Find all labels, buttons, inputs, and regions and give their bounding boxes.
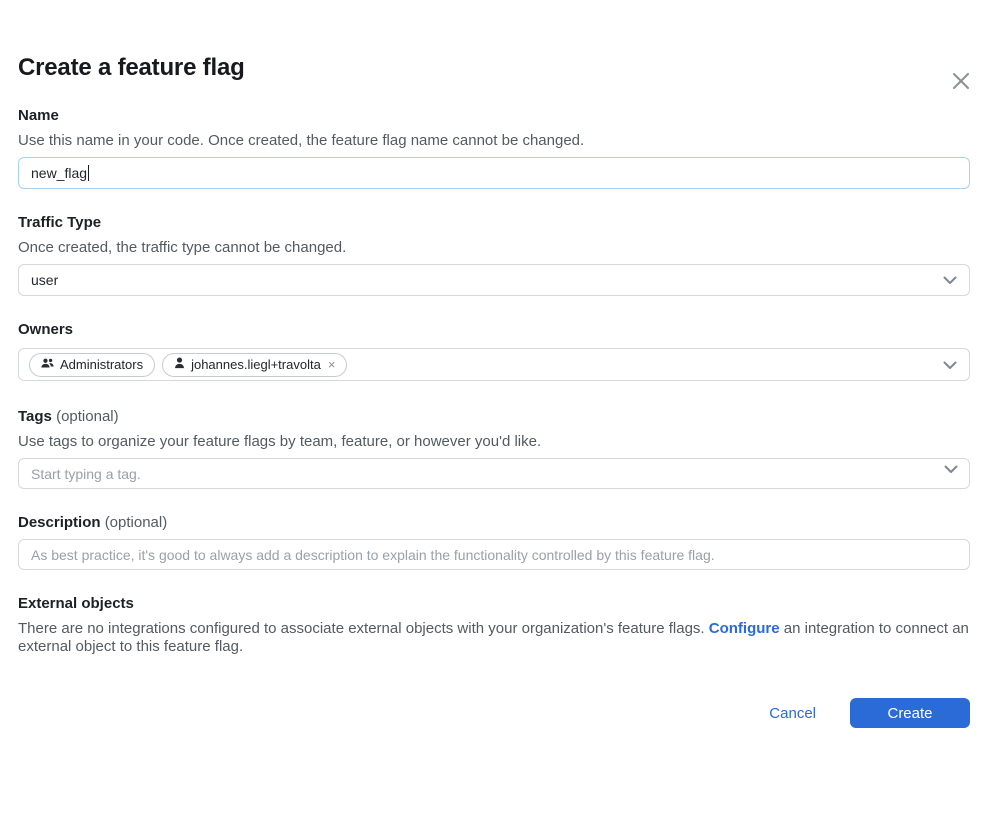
owners-select[interactable]: Administrators johannes.liegl+travolta × (18, 348, 970, 381)
group-icon (41, 357, 54, 372)
text-cursor (88, 165, 89, 181)
chevron-down-icon (944, 461, 958, 479)
name-label: Name (18, 107, 970, 125)
tags-label-text: Tags (18, 408, 52, 425)
tags-optional-text: (optional) (56, 408, 119, 425)
owners-label: Owners (18, 321, 970, 339)
description-optional-text: (optional) (105, 514, 168, 531)
traffic-type-select[interactable]: user (18, 264, 970, 296)
cancel-button[interactable]: Cancel (769, 705, 816, 722)
modal-title: Create a feature flag (18, 54, 970, 82)
external-objects-text: There are no integrations configured to … (18, 620, 970, 656)
owner-chip-label: Administrators (60, 357, 143, 372)
name-input[interactable]: new_flag (18, 157, 970, 189)
person-icon (174, 357, 185, 372)
external-objects-label: External objects (18, 595, 970, 613)
traffic-type-description: Once created, the traffic type cannot be… (18, 239, 970, 257)
create-feature-flag-modal: Create a feature flag Name Use this name… (0, 54, 988, 728)
chevron-down-icon (943, 272, 957, 288)
owners-field-group: Owners Administrators (18, 321, 970, 381)
description-label-text: Description (18, 514, 101, 531)
description-label: Description (optional) (18, 514, 970, 532)
external-text-before: There are no integrations configured to … (18, 620, 709, 637)
owner-chip-user[interactable]: johannes.liegl+travolta × (162, 353, 347, 377)
tags-input-wrap (18, 451, 970, 489)
traffic-type-selected-value: user (31, 272, 58, 288)
tags-label: Tags (optional) (18, 408, 970, 426)
configure-link[interactable]: Configure (709, 620, 780, 637)
traffic-type-field-group: Traffic Type Once created, the traffic t… (18, 214, 970, 296)
name-field-group: Name Use this name in your code. Once cr… (18, 107, 970, 189)
name-description: Use this name in your code. Once created… (18, 132, 970, 150)
description-field-group: Description (optional) (18, 514, 970, 570)
description-input[interactable] (18, 539, 970, 570)
close-button[interactable] (948, 69, 974, 95)
owner-chip-label: johannes.liegl+travolta (191, 357, 321, 372)
tags-description: Use tags to organize your feature flags … (18, 433, 970, 451)
name-input-value: new_flag (31, 165, 87, 181)
chevron-down-icon (943, 357, 957, 373)
owner-chip-administrators[interactable]: Administrators (29, 353, 155, 377)
external-objects-group: External objects There are no integratio… (18, 595, 970, 656)
remove-owner-icon[interactable]: × (328, 358, 336, 371)
traffic-type-label: Traffic Type (18, 214, 970, 232)
tags-field-group: Tags (optional) Use tags to organize you… (18, 408, 970, 489)
tags-input[interactable] (18, 458, 970, 489)
modal-footer: Cancel Create (18, 698, 970, 728)
create-button[interactable]: Create (850, 698, 970, 728)
close-icon (950, 70, 972, 95)
